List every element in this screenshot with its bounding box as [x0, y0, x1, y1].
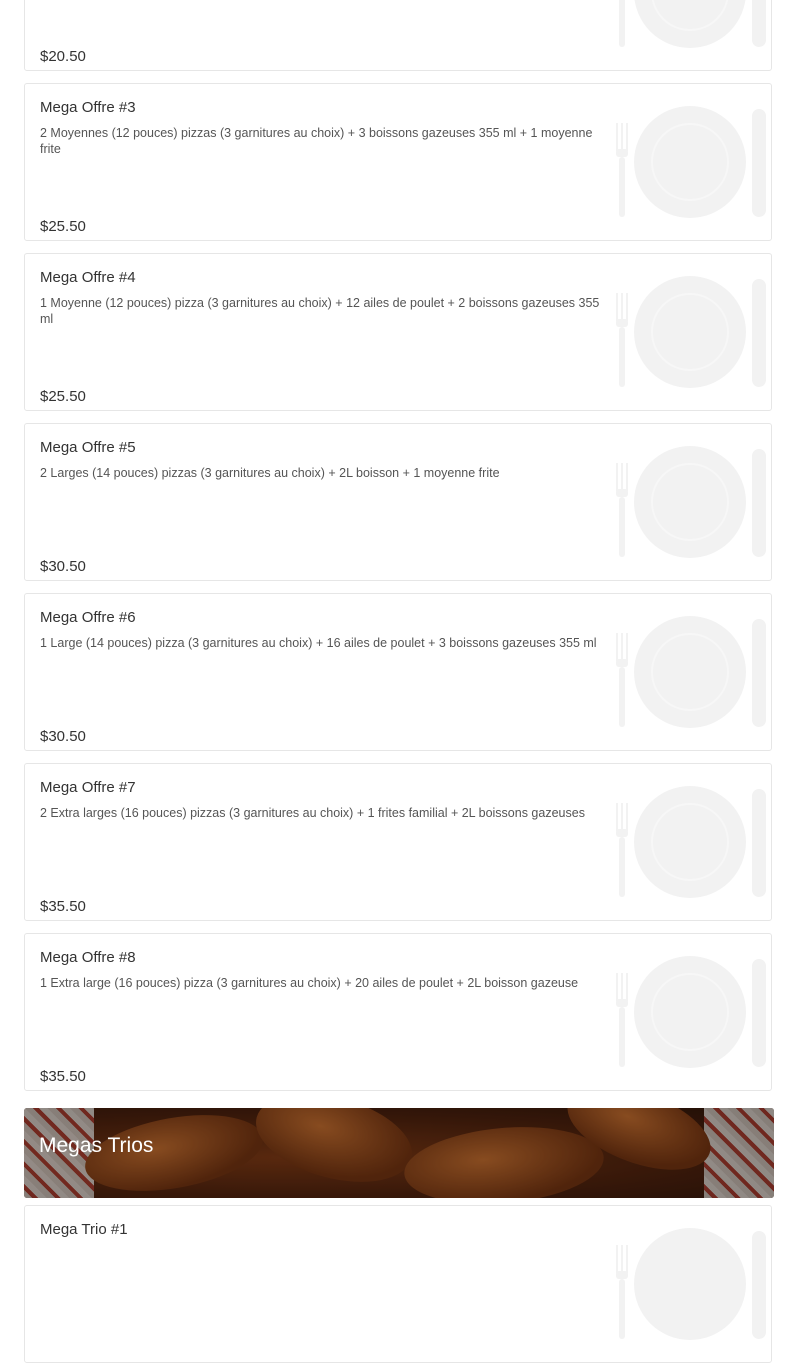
- item-description: 2 Larges (14 pouces) pizzas (3 garniture…: [40, 466, 500, 480]
- menu-item-card[interactable]: Mega Offre #6 1 Large (14 pouces) pizza …: [24, 593, 772, 751]
- item-price: $35.50: [40, 1068, 86, 1085]
- plate-utensils-icon: [619, 0, 766, 48]
- item-name: Mega Offre #4: [40, 269, 136, 286]
- item-description: 1 Moyenne (12 pouces) pizza (3 garniture…: [40, 296, 600, 326]
- menu-item-card[interactable]: $20.50: [24, 0, 772, 71]
- item-name: Mega Offre #7: [40, 779, 136, 796]
- item-description: 1 Large (14 pouces) pizza (3 garnitures …: [40, 636, 597, 650]
- item-price: $20.50: [40, 48, 86, 65]
- item-name: Mega Offre #6: [40, 609, 136, 626]
- plate-utensils-icon: [616, 956, 766, 1068]
- item-name: Mega Offre #5: [40, 439, 136, 456]
- section-banner: Megas Trios: [24, 1108, 774, 1198]
- menu-item-card[interactable]: Mega Offre #7 2 Extra larges (16 pouces)…: [24, 763, 772, 921]
- menu-item-card[interactable]: Mega Offre #8 1 Extra large (16 pouces) …: [24, 933, 772, 1091]
- item-name: Mega Offre #3: [40, 99, 136, 116]
- item-price: $30.50: [40, 558, 86, 575]
- plate-utensils-icon: [616, 446, 766, 558]
- plate-utensils-icon: [616, 616, 766, 728]
- item-description: 2 Moyennes (12 pouces) pizzas (3 garnitu…: [40, 126, 593, 156]
- item-price: $25.50: [40, 388, 86, 405]
- menu-item-card[interactable]: Mega Offre #3 2 Moyennes (12 pouces) piz…: [24, 83, 772, 241]
- item-name: Mega Trio #1: [40, 1221, 128, 1238]
- item-description: 2 Extra larges (16 pouces) pizzas (3 gar…: [40, 806, 585, 820]
- section-title: Megas Trios: [39, 1134, 154, 1157]
- item-price: $35.50: [40, 898, 86, 915]
- item-price: $30.50: [40, 728, 86, 745]
- item-name: Mega Offre #8: [40, 949, 136, 966]
- plate-utensils-icon: [616, 106, 766, 218]
- plate-utensils-icon: [616, 1228, 766, 1340]
- menu-item-card[interactable]: Mega Trio #1: [24, 1205, 772, 1363]
- item-price: $25.50: [40, 218, 86, 235]
- menu-item-card[interactable]: Mega Offre #5 2 Larges (14 pouces) pizza…: [24, 423, 772, 581]
- plate-utensils-icon: [616, 276, 766, 388]
- plate-utensils-icon: [616, 786, 766, 898]
- item-description: 1 Extra large (16 pouces) pizza (3 garni…: [40, 976, 579, 990]
- menu-item-card[interactable]: Mega Offre #4 1 Moyenne (12 pouces) pizz…: [24, 253, 772, 411]
